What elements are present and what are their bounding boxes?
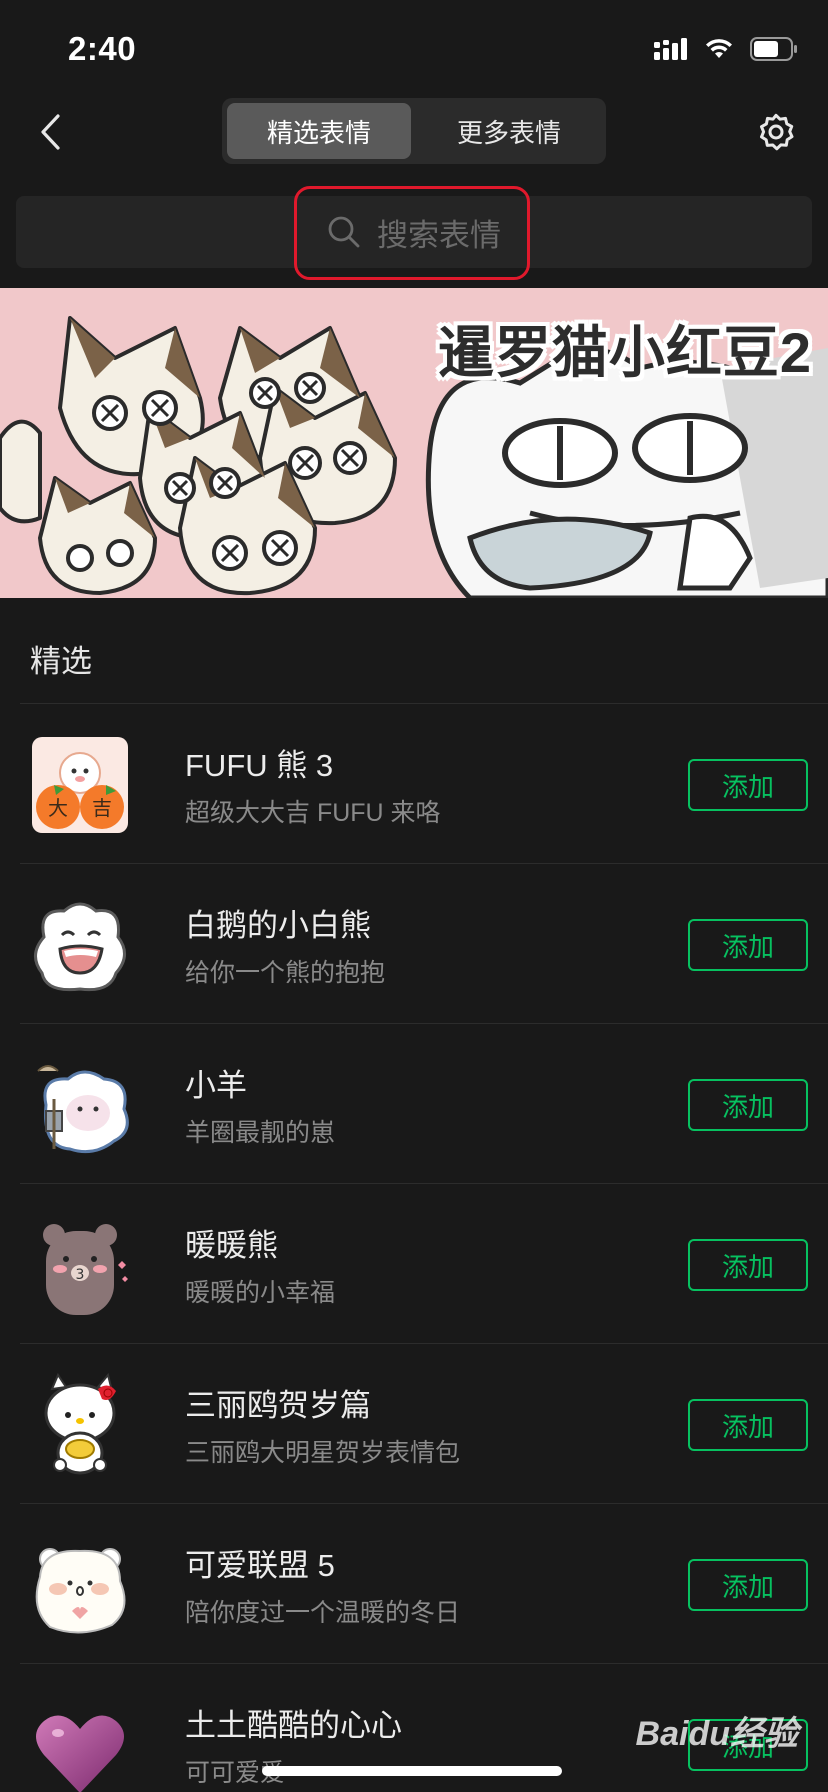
- sticker-description: 超级大大吉 FUFU 来咯: [185, 799, 441, 827]
- sticker-description: 羊圈最靓的崽: [185, 1119, 336, 1147]
- list-item[interactable]: 大 吉 FUFU 熊 3 超级大大吉 FUFU 来咯 添加: [20, 704, 828, 864]
- section-title: 精选: [30, 644, 92, 679]
- sticker-name: 三丽鸥贺岁篇: [185, 1388, 371, 1423]
- status-bar: 2:40: [0, 0, 828, 96]
- add-sticker-button[interactable]: 添加: [688, 759, 808, 811]
- search-icon: [328, 216, 360, 248]
- svg-text:吉: 吉: [92, 796, 112, 820]
- nav-bar: 精选表情 更多表情: [0, 96, 828, 168]
- tab-more-stickers[interactable]: 更多表情: [417, 103, 601, 159]
- sticker-description: 给你一个熊的抱抱: [185, 959, 386, 987]
- sticker-description: 陪你度过一个温暖的冬日: [185, 1599, 461, 1627]
- search-input[interactable]: 搜索表情: [16, 196, 812, 268]
- tab-switcher: 精选表情 更多表情: [222, 98, 606, 164]
- tab-featured-stickers[interactable]: 精选表情: [227, 103, 411, 159]
- status-icons: [654, 34, 798, 64]
- wifi-icon: [706, 39, 732, 58]
- search-placeholder: 搜索表情: [377, 217, 501, 253]
- sticker-thumbnail: [35, 1548, 126, 1634]
- sticker-description: 暖暖的小幸福: [185, 1279, 336, 1307]
- sticker-thumbnail: [34, 902, 126, 992]
- battery-icon: [750, 37, 797, 61]
- add-sticker-button[interactable]: 添加: [688, 1239, 808, 1291]
- add-sticker-button[interactable]: 添加: [688, 1079, 808, 1131]
- add-sticker-button[interactable]: 添加: [688, 1559, 808, 1611]
- promo-banner[interactable]: 暹罗猫小红豆2: [0, 288, 828, 598]
- add-sticker-button[interactable]: 添加: [688, 919, 808, 971]
- list-item[interactable]: 可爱联盟 5 陪你度过一个温暖的冬日 添加: [20, 1504, 828, 1664]
- add-sticker-button[interactable]: 添加: [688, 1399, 808, 1451]
- sticker-name: 可爱联盟 5: [185, 1548, 335, 1583]
- home-indicator: [262, 1766, 562, 1776]
- sticker-name: 白鹅的小白熊: [185, 908, 371, 943]
- list-item[interactable]: 三丽鸥贺岁篇 三丽鸥大明星贺岁表情包 添加: [20, 1344, 828, 1504]
- svg-text:大: 大: [48, 796, 68, 820]
- banner-title: 暹罗猫小红豆2: [437, 321, 812, 384]
- search-inner: 搜索表情: [327, 210, 501, 255]
- sticker-list: 大 吉 FUFU 熊 3 超级大大吉 FUFU 来咯 添加 白鹅的小白熊 给你一…: [0, 704, 828, 1792]
- sticker-thumbnail: 大 吉: [32, 737, 128, 833]
- sticker-name: 暖暖熊: [185, 1228, 278, 1263]
- sticker-thumbnail: 3: [43, 1224, 128, 1315]
- settings-button[interactable]: [750, 106, 802, 158]
- chevron-left-icon: [41, 114, 60, 150]
- status-time: 2:40: [68, 30, 137, 67]
- sticker-thumbnail: [36, 1715, 124, 1792]
- sticker-thumbnail: [44, 1372, 116, 1475]
- back-button[interactable]: [22, 104, 78, 160]
- watermark: Baidu经验: [635, 1715, 798, 1753]
- sticker-name: FUFU 熊 3: [185, 748, 334, 783]
- gear-icon: [760, 113, 794, 151]
- sticker-name: 小羊: [185, 1068, 247, 1103]
- sticker-description: 三丽鸥大明星贺岁表情包: [185, 1439, 461, 1467]
- signal-icon: [654, 38, 687, 60]
- list-item[interactable]: 白鹅的小白熊 给你一个熊的抱抱 添加: [20, 864, 828, 1024]
- list-item[interactable]: 小羊 羊圈最靓的崽 添加: [20, 1024, 828, 1184]
- sticker-thumbnail: [37, 1065, 129, 1154]
- svg-text:3: 3: [76, 1267, 85, 1283]
- sticker-name: 土土酷酷的心心: [185, 1708, 402, 1743]
- list-item[interactable]: 3 暖暖熊 暖暖的小幸福 添加: [20, 1184, 828, 1344]
